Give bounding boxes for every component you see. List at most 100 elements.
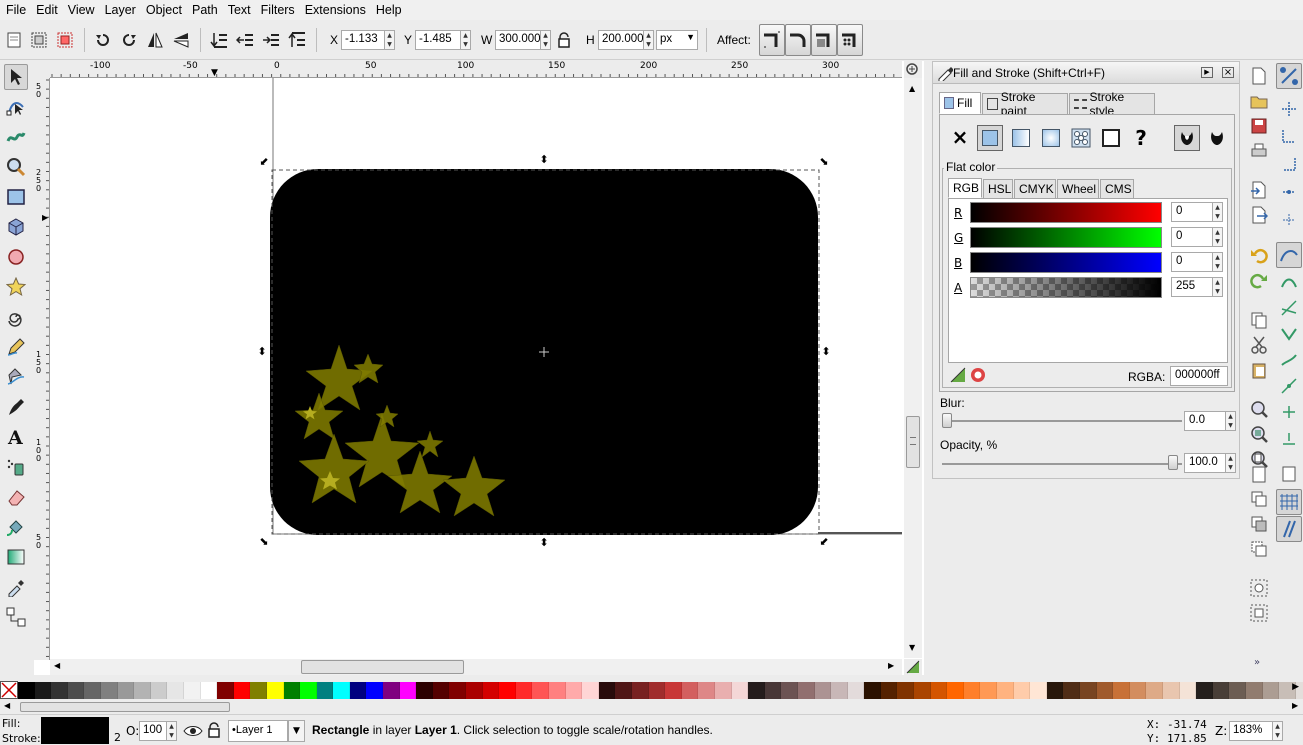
selector-tool-icon[interactable]: [4, 64, 28, 90]
canvas-area[interactable]: ⬋ ⬍ ⬊ ⬍ ⬍ ⬊ ⬍ ⬋: [34, 61, 924, 675]
blur-slider-thumb[interactable]: [942, 413, 952, 428]
palette-swatch[interactable]: [1245, 681, 1263, 699]
palette-swatch[interactable]: [698, 681, 715, 699]
tab-stroke-style[interactable]: Stroke style: [1069, 90, 1155, 118]
palette-swatch[interactable]: [134, 681, 151, 699]
snap-cusp-nodes-icon[interactable]: [1280, 325, 1298, 343]
palette-swatch[interactable]: [1196, 681, 1213, 699]
snap-bbox-midpoint-icon[interactable]: [1280, 183, 1298, 201]
swatch-icon[interactable]: [1098, 125, 1124, 151]
palette-swatch[interactable]: [1096, 681, 1114, 699]
horizontal-scrollbar[interactable]: ◀ ▶: [50, 659, 902, 675]
snap-grid-button[interactable]: [1276, 489, 1302, 515]
palette-swatch[interactable]: [1162, 681, 1180, 699]
snap-bbox-icon[interactable]: [1280, 99, 1298, 117]
star-tool-icon[interactable]: [4, 274, 28, 300]
palette-swatch[interactable]: [1113, 681, 1130, 699]
flip-vertical-icon[interactable]: [170, 29, 192, 51]
tab-cms[interactable]: CMS: [1100, 179, 1134, 199]
ungroup-icon[interactable]: [1250, 604, 1268, 622]
zoom-drawing-icon[interactable]: [1250, 425, 1268, 443]
palette-swatch[interactable]: [1146, 681, 1163, 699]
palette-swatch[interactable]: [748, 681, 765, 699]
w-spinner[interactable]: ▲ ▼: [541, 30, 551, 50]
snap-enable-button[interactable]: [1276, 63, 1302, 89]
3d-box-tool-icon[interactable]: [4, 214, 28, 240]
canvas-drawing[interactable]: [34, 61, 924, 675]
paint-bucket-tool-icon[interactable]: [4, 514, 28, 540]
palette-swatch[interactable]: [233, 681, 251, 699]
pencil-tool-icon[interactable]: [4, 334, 28, 360]
affect-patterns-button[interactable]: [837, 24, 863, 56]
palette-swatch[interactable]: [499, 681, 516, 699]
save-icon[interactable]: [1250, 117, 1268, 135]
y-spinner[interactable]: ▲ ▼: [461, 30, 471, 50]
layer-dropdown-icon[interactable]: ▼: [288, 720, 305, 742]
ellipse-tool-icon[interactable]: [4, 244, 28, 270]
palette-swatch[interactable]: [515, 681, 533, 699]
tab-wheel[interactable]: Wheel: [1057, 179, 1099, 199]
palette-swatch[interactable]: [217, 681, 234, 699]
opacity-short-input[interactable]: 100: [139, 721, 167, 741]
eraser-tool-icon[interactable]: [4, 484, 28, 510]
scale-handle-s[interactable]: ⬍: [538, 537, 550, 549]
palette-swatch[interactable]: [764, 681, 782, 699]
fill-indicator-swatch[interactable]: [41, 717, 109, 744]
palette-swatch[interactable]: [598, 681, 616, 699]
palette-scroll-right-icon[interactable]: ▶: [1292, 682, 1299, 692]
palette-swatch[interactable]: [84, 681, 101, 699]
palette-swatch[interactable]: [615, 681, 632, 699]
scale-handle-nw[interactable]: ⬋: [258, 156, 270, 168]
channel-r-input[interactable]: 0: [1171, 202, 1213, 222]
channel-b-slider[interactable]: [970, 252, 1162, 273]
palette-swatch[interactable]: [117, 681, 135, 699]
x-input[interactable]: -1.133: [341, 30, 385, 50]
deselect-icon[interactable]: [54, 29, 76, 51]
lower-to-bottom-icon[interactable]: [208, 29, 230, 51]
palette-swatch[interactable]: [1013, 681, 1031, 699]
palette-swatch[interactable]: [1063, 681, 1080, 699]
tweak-tool-icon[interactable]: [4, 124, 28, 150]
palette-swatch[interactable]: [665, 681, 682, 699]
tab-stroke-paint[interactable]: Stroke paint: [982, 90, 1068, 118]
palette-swatch[interactable]: [349, 681, 367, 699]
palette-swatch[interactable]: [831, 681, 848, 699]
stroke-width-indicator[interactable]: 2: [114, 731, 121, 744]
no-paint-swatch[interactable]: [0, 681, 18, 699]
blur-spinner[interactable]: ▲ ▼: [1226, 411, 1236, 431]
calligraphy-tool-icon[interactable]: [4, 394, 28, 420]
palette-scroll-thumb[interactable]: [20, 702, 230, 712]
w-input[interactable]: 300.000: [495, 30, 541, 50]
palette-swatch[interactable]: [549, 681, 566, 699]
connector-tool-icon[interactable]: [4, 604, 28, 630]
flip-horizontal-icon[interactable]: [144, 29, 166, 51]
copy-icon[interactable]: [1250, 311, 1268, 329]
palette-swatch[interactable]: [681, 681, 699, 699]
palette-swatch[interactable]: [67, 681, 85, 699]
channel-a-input[interactable]: 255: [1171, 277, 1213, 297]
opacity-input[interactable]: 100.0: [1184, 453, 1226, 473]
select-all-layers-icon[interactable]: [28, 29, 50, 51]
affect-gradients-button[interactable]: [811, 24, 837, 56]
horizontal-ruler[interactable]: -100 -50 0 50 100 150 200 250 300 ▼: [50, 61, 902, 78]
scroll-right-icon[interactable]: ▶: [888, 661, 894, 670]
color-manage-icon[interactable]: [904, 659, 922, 675]
palette-swatch[interactable]: [316, 681, 334, 699]
palette-swatch[interactable]: [1046, 681, 1064, 699]
y-input[interactable]: -1.485: [415, 30, 461, 50]
menu-layer[interactable]: Layer: [101, 3, 140, 17]
snap-paths-icon[interactable]: [1280, 273, 1298, 291]
spiral-tool-icon[interactable]: [4, 304, 28, 330]
radial-gradient-icon[interactable]: [1038, 125, 1064, 151]
palette-swatch[interactable]: [930, 681, 948, 699]
zoom-tool-icon[interactable]: [4, 154, 28, 180]
palette-swatch[interactable]: [565, 681, 583, 699]
snap-smooth-nodes-icon[interactable]: [1280, 351, 1298, 369]
snap-midpoints-icon[interactable]: [1280, 377, 1298, 395]
channel-g-spinner[interactable]: ▲ ▼: [1213, 227, 1223, 247]
group-icon[interactable]: [1250, 579, 1268, 597]
menu-view[interactable]: View: [64, 3, 99, 17]
palette-swatch[interactable]: [183, 681, 201, 699]
palette-scroll-right-icon[interactable]: ▶: [1292, 701, 1298, 710]
fill-rule-nonzero-icon[interactable]: [1204, 125, 1230, 151]
